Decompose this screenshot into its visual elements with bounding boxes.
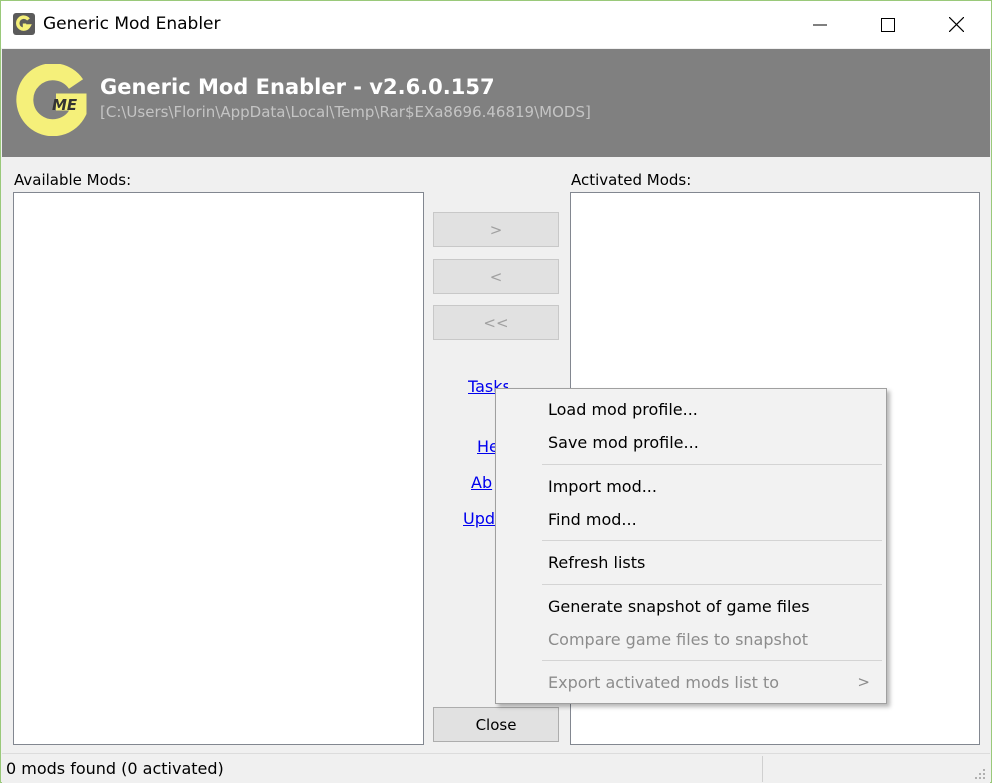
menu-item-save-profile[interactable]: Save mod profile...	[496, 426, 886, 458]
window-title: Generic Mod Enabler	[43, 14, 221, 34]
app-icon	[13, 13, 35, 35]
menu-item-compare-snapshot[interactable]: Compare game files to snapshot	[496, 623, 886, 655]
about-link[interactable]: Ab	[471, 473, 495, 492]
available-mods-list[interactable]	[13, 192, 424, 745]
activated-mods-label: Activated Mods:	[571, 171, 692, 189]
available-mods-label: Available Mods:	[14, 171, 132, 189]
update-link[interactable]: Upd	[463, 509, 495, 528]
menu-item-import-mod[interactable]: Import mod...	[496, 470, 886, 502]
menu-item-export-label: Export activated mods list to	[548, 672, 780, 692]
menu-item-refresh-lists[interactable]: Refresh lists	[496, 546, 886, 578]
menu-item-generate-snapshot[interactable]: Generate snapshot of game files	[496, 590, 886, 622]
app-title: Generic Mod Enabler - v2.6.0.157	[100, 75, 495, 99]
maximize-icon	[881, 17, 895, 32]
mods-path: [C:\Users\Florin\AppData\Local\Temp\Rar$…	[100, 103, 591, 121]
menu-item-find-mod[interactable]: Find mod...	[496, 503, 886, 535]
menu-separator	[542, 540, 882, 541]
deactivate-all-button[interactable]: <<	[433, 305, 559, 340]
minimize-icon	[813, 24, 827, 25]
submenu-arrow-icon: >	[857, 673, 870, 691]
close-window-button[interactable]	[921, 1, 991, 48]
menu-separator	[542, 464, 882, 465]
close-button[interactable]: Close	[433, 707, 559, 742]
title-bar[interactable]: Generic Mod Enabler	[1, 1, 991, 48]
resize-grip-icon[interactable]	[974, 768, 986, 780]
close-icon	[948, 17, 964, 32]
svg-text:ME: ME	[52, 96, 78, 114]
menu-item-export-activated[interactable]: Export activated mods list to >	[496, 666, 886, 698]
maximize-button[interactable]	[853, 1, 923, 48]
app-window: Generic Mod Enabler ME Generic Mod Enabl…	[0, 0, 992, 783]
help-link[interactable]: He	[477, 437, 495, 456]
status-text: 0 mods found (0 activated)	[6, 759, 224, 778]
menu-item-load-profile[interactable]: Load mod profile...	[496, 393, 886, 425]
menu-separator	[542, 660, 882, 661]
gme-logo-icon: ME	[16, 64, 87, 136]
menu-separator	[542, 584, 882, 585]
activate-mod-button[interactable]: >	[433, 212, 559, 247]
status-bar: 0 mods found (0 activated)	[2, 753, 990, 783]
tasks-context-menu: Load mod profile... Save mod profile... …	[495, 388, 887, 704]
minimize-button[interactable]	[785, 1, 855, 48]
deactivate-mod-button[interactable]: <	[433, 259, 559, 294]
header-banner: ME Generic Mod Enabler - v2.6.0.157 [C:\…	[2, 49, 990, 157]
status-separator	[762, 756, 763, 782]
